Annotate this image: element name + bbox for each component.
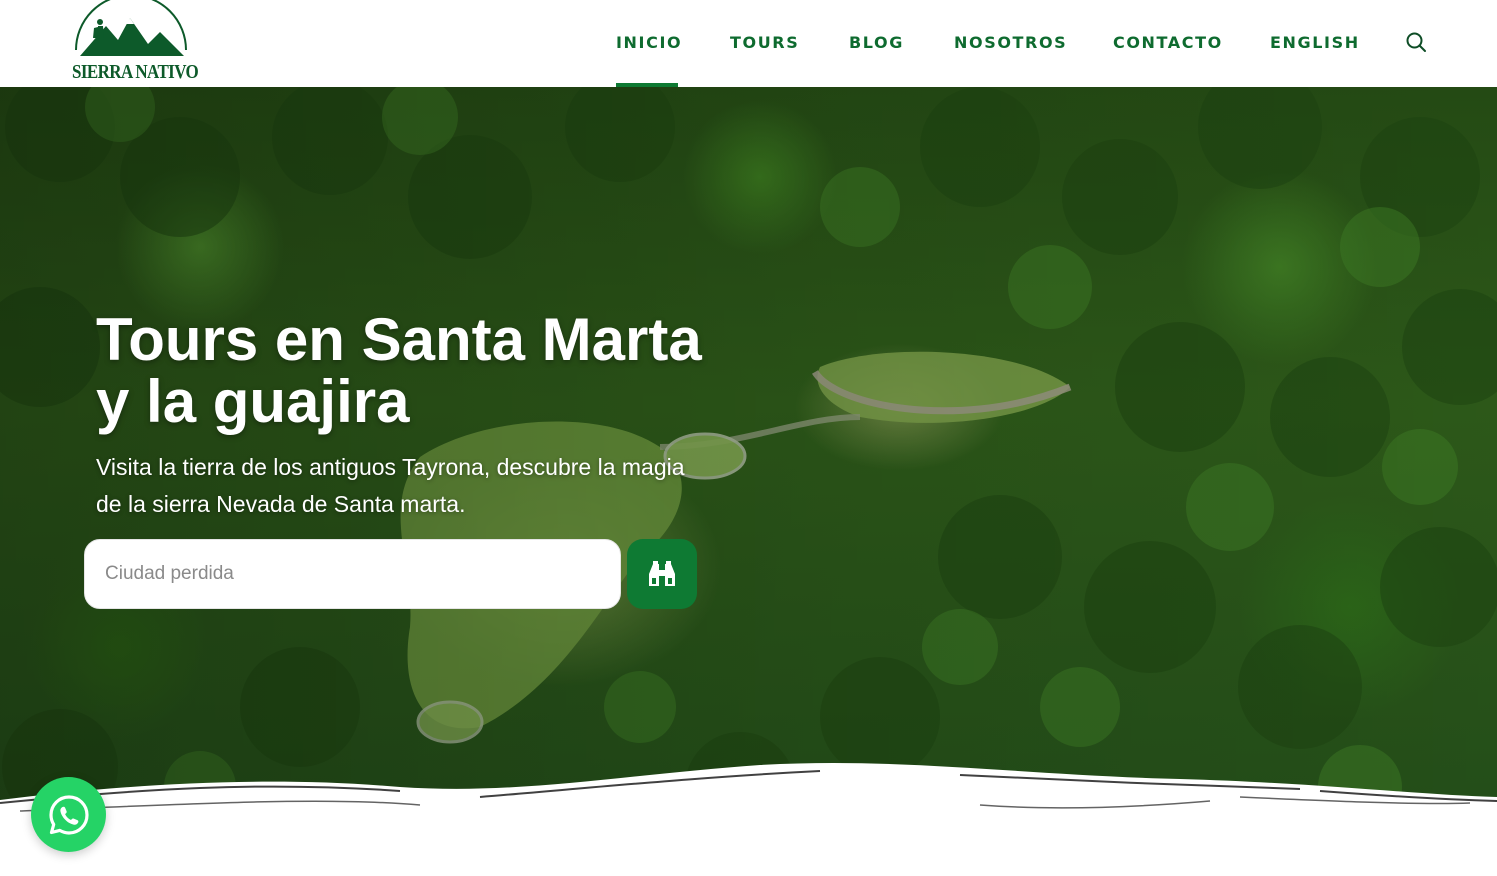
active-nav-indicator <box>616 83 678 87</box>
nav-nosotros[interactable]: NOSOTROS <box>954 33 1067 53</box>
nav-tours[interactable]: TOURS <box>730 33 799 53</box>
nav-blog[interactable]: BLOG <box>849 33 904 53</box>
search-submit-button[interactable] <box>627 539 697 609</box>
main-nav: INICIO TOURS BLOG NOSOTROS CONTACTO ENGL… <box>0 0 1497 87</box>
hero-subtitle: Visita la tierra de los antiguos Tayrona… <box>96 454 685 517</box>
binoculars-icon <box>649 561 675 586</box>
whatsapp-button[interactable] <box>31 777 106 852</box>
whatsapp-icon <box>48 794 89 835</box>
page: SIERRA NATIVO INICIO TOURS BLOG NOSOTROS… <box>0 0 1497 876</box>
search-icon[interactable] <box>1404 30 1428 54</box>
hero-title: Tours en Santa Marta y la guajira <box>96 306 702 435</box>
nav-english[interactable]: ENGLISH <box>1270 33 1360 53</box>
nav-contacto[interactable]: CONTACTO <box>1113 33 1223 53</box>
nav-inicio[interactable]: INICIO <box>616 33 682 53</box>
site-header: SIERRA NATIVO INICIO TOURS BLOG NOSOTROS… <box>0 0 1497 87</box>
tour-search-input[interactable] <box>84 539 621 609</box>
brush-wave-divider <box>0 762 1497 876</box>
